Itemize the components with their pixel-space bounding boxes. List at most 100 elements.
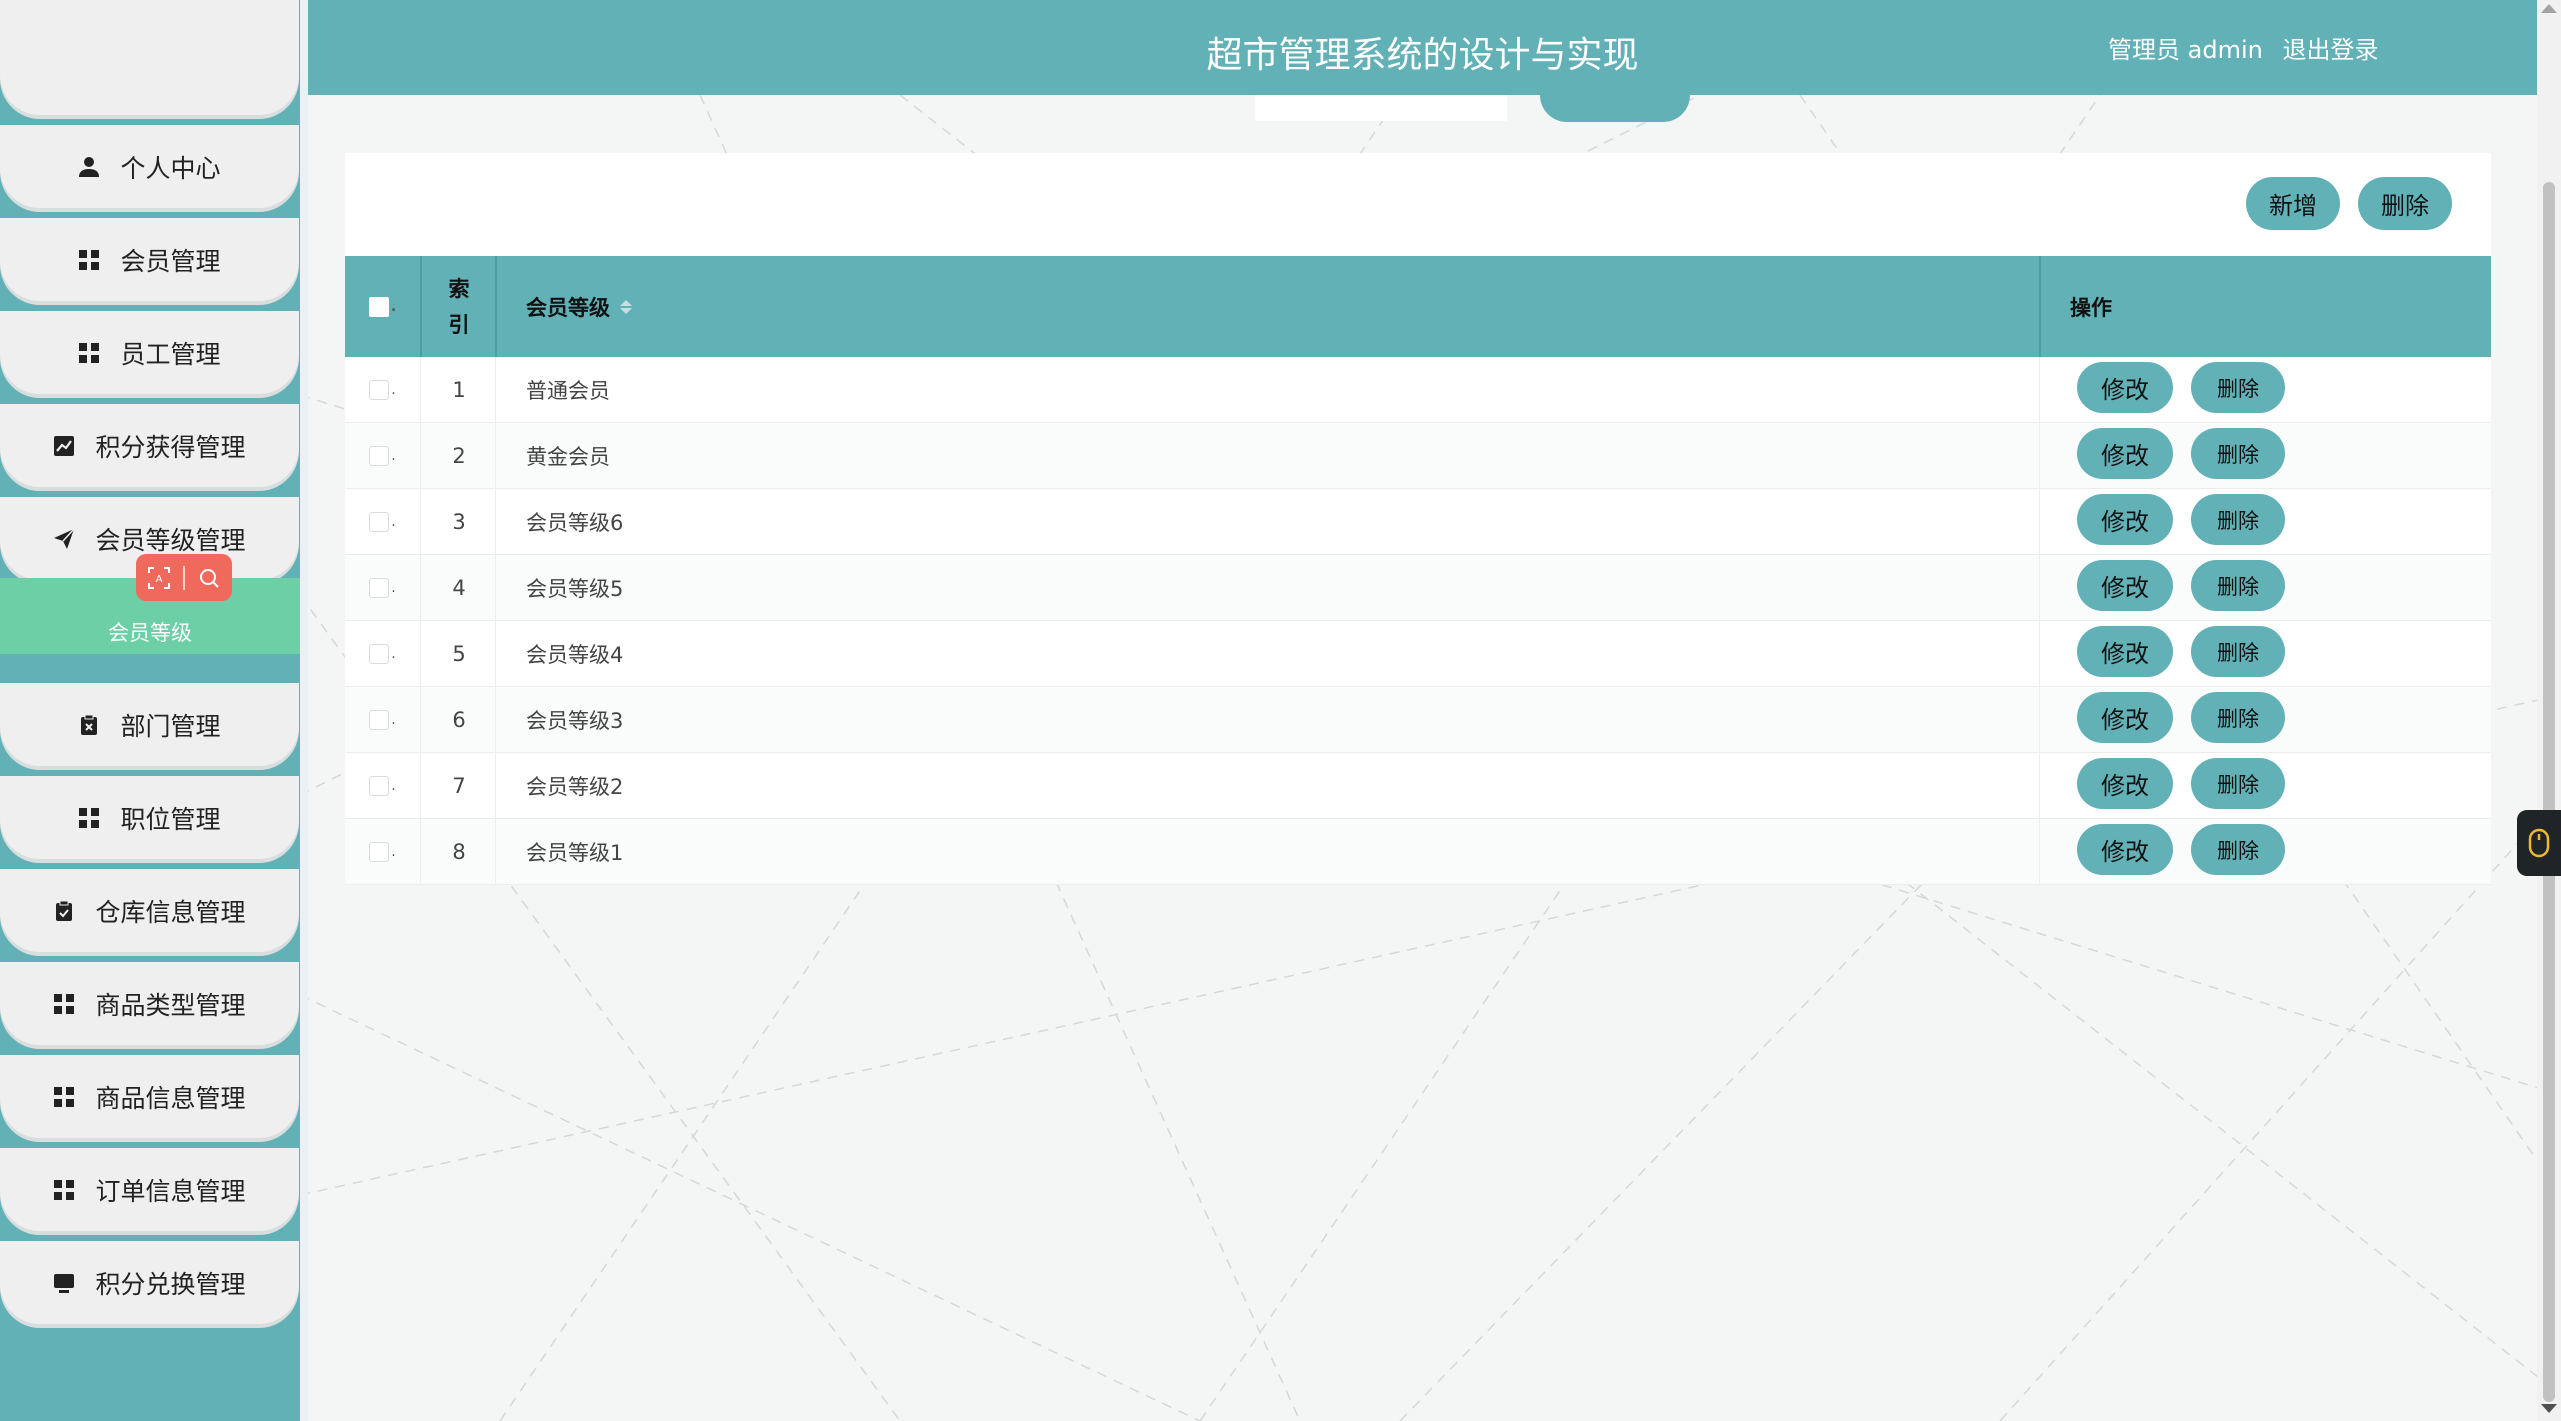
sidebar-edge bbox=[300, 0, 308, 1421]
chart-icon bbox=[53, 435, 75, 457]
edit-button[interactable]: 修改 bbox=[2077, 560, 2173, 611]
send-icon bbox=[53, 527, 76, 550]
column-divider bbox=[420, 357, 421, 422]
row-index: 6 bbox=[452, 707, 466, 732]
sidebar-item-label: 订单信息管理 bbox=[95, 1176, 246, 1206]
row-select-cell: . bbox=[345, 687, 420, 752]
sidebar-item-3[interactable]: 员工管理 bbox=[0, 311, 299, 394]
row-checkbox[interactable] bbox=[369, 577, 390, 598]
submenu-label: 会员等级 bbox=[108, 621, 192, 645]
table-row: . 1 普通会员 修改 删除 bbox=[345, 357, 2491, 423]
column-divider bbox=[495, 753, 496, 818]
sidebar-item-12[interactable]: 积分兑换管理 bbox=[0, 1241, 299, 1324]
column-divider bbox=[2039, 357, 2040, 422]
edit-button[interactable]: 修改 bbox=[2077, 626, 2173, 677]
row-select-cell: . bbox=[345, 819, 420, 884]
row-checkbox[interactable] bbox=[369, 511, 390, 532]
edit-button[interactable]: 修改 bbox=[2077, 758, 2173, 809]
row-checkbox[interactable] bbox=[369, 709, 390, 730]
edit-button[interactable]: 修改 bbox=[2077, 494, 2173, 545]
row-select-cell: . bbox=[345, 423, 420, 488]
row-index: 3 bbox=[452, 509, 466, 534]
edit-button[interactable]: 修改 bbox=[2077, 428, 2173, 479]
ai-assist-toolbar[interactable]: A bbox=[136, 554, 232, 601]
sidebar-item-4[interactable]: 积分获得管理 bbox=[0, 404, 299, 487]
row-delete-button[interactable]: 删除 bbox=[2191, 362, 2285, 413]
column-divider bbox=[2039, 489, 2040, 554]
column-divider bbox=[420, 489, 421, 554]
mouse-icon bbox=[2528, 828, 2550, 858]
sidebar-item-1[interactable]: 个人中心 bbox=[0, 125, 299, 208]
bulk-delete-button[interactable]: 删除 bbox=[2358, 177, 2452, 230]
row-level: 会员等级2 bbox=[526, 774, 624, 799]
header-index: 索引 bbox=[422, 256, 496, 357]
sidebar-top-item[interactable] bbox=[0, 0, 299, 115]
row-delete-button[interactable]: 删除 bbox=[2191, 758, 2285, 809]
sidebar-item-2[interactable]: 会员管理 bbox=[0, 218, 299, 301]
search-input[interactable] bbox=[1255, 95, 1507, 121]
scrollbar-thumb[interactable] bbox=[2543, 182, 2555, 1402]
checkbox-dot: . bbox=[391, 843, 396, 860]
row-select-cell: . bbox=[345, 753, 420, 818]
top-header: 超市管理系统的设计与实现 管理员 admin 退出登录 bbox=[308, 0, 2537, 95]
column-divider bbox=[420, 555, 421, 620]
svg-text:A: A bbox=[156, 574, 163, 585]
sidebar-item-label: 积分兑换管理 bbox=[95, 1269, 246, 1299]
row-checkbox[interactable] bbox=[369, 775, 390, 796]
select-all-checkbox[interactable] bbox=[368, 296, 389, 317]
row-delete-button[interactable]: 删除 bbox=[2191, 824, 2285, 875]
checkbox-dot: . bbox=[391, 513, 396, 530]
row-level: 会员等级3 bbox=[526, 708, 624, 733]
sidebar-item-8[interactable]: 仓库信息管理 bbox=[0, 869, 299, 952]
sidebar-item-label: 个人中心 bbox=[120, 153, 221, 183]
row-delete-button[interactable]: 删除 bbox=[2191, 494, 2285, 545]
sidebar-item-label: 积分获得管理 bbox=[95, 432, 246, 462]
floating-toolbar-button[interactable] bbox=[2517, 810, 2561, 876]
table-body: . 1 普通会员 修改 删除. 2 黄金会员 修改 删除. 3 会员等级6 修改 删除. 4 会员等级5 修改… bbox=[345, 357, 2491, 885]
edit-button[interactable]: 修改 bbox=[2077, 824, 2173, 875]
row-delete-button[interactable]: 删除 bbox=[2191, 692, 2285, 743]
scroll-up-arrow-icon[interactable] bbox=[2541, 4, 2557, 13]
column-divider bbox=[495, 357, 496, 422]
header-actions: 操作 bbox=[2070, 256, 2370, 357]
edit-button[interactable]: 修改 bbox=[2077, 362, 2173, 413]
clipboard-x-icon bbox=[78, 714, 100, 736]
grid-icon bbox=[78, 342, 100, 364]
row-checkbox[interactable] bbox=[369, 445, 390, 466]
row-checkbox[interactable] bbox=[369, 841, 390, 862]
user-info: 管理员 admin 退出登录 bbox=[2108, 30, 2378, 65]
row-level: 会员等级5 bbox=[526, 576, 624, 601]
scroll-down-arrow-icon[interactable] bbox=[2541, 1404, 2557, 1413]
sidebar-item-label: 职位管理 bbox=[120, 804, 221, 834]
row-checkbox[interactable] bbox=[369, 643, 390, 664]
ai-scan-icon[interactable]: A bbox=[147, 566, 171, 590]
row-level: 会员等级1 bbox=[526, 840, 624, 865]
row-delete-button[interactable]: 删除 bbox=[2191, 626, 2285, 677]
sidebar-item-label: 会员管理 bbox=[120, 246, 221, 276]
row-index: 8 bbox=[452, 839, 466, 864]
row-index: 4 bbox=[452, 575, 466, 600]
column-divider bbox=[420, 753, 421, 818]
column-divider bbox=[495, 687, 496, 752]
search-button[interactable] bbox=[1540, 95, 1690, 122]
row-delete-button[interactable]: 删除 bbox=[2191, 428, 2285, 479]
logout-link[interactable]: 退出登录 bbox=[2282, 36, 2378, 64]
sidebar-item-7[interactable]: 职位管理 bbox=[0, 776, 299, 859]
content-panel: 新增 删除 . 索引 会员等级 操作 . 1 普通会员 修改 删除. 2 黄金会员 修改 删除.… bbox=[345, 153, 2491, 885]
add-button[interactable]: 新增 bbox=[2246, 177, 2340, 230]
sort-icon[interactable] bbox=[620, 299, 632, 314]
user-icon bbox=[78, 156, 100, 178]
sidebar-item-10[interactable]: 商品信息管理 bbox=[0, 1055, 299, 1138]
sidebar-item-11[interactable]: 订单信息管理 bbox=[0, 1148, 299, 1231]
header-level[interactable]: 会员等级 bbox=[526, 256, 1326, 357]
row-index: 5 bbox=[452, 641, 466, 666]
column-divider bbox=[2039, 256, 2041, 357]
search-icon[interactable] bbox=[197, 566, 221, 590]
row-delete-button[interactable]: 删除 bbox=[2191, 560, 2285, 611]
sidebar-item-6[interactable]: 部门管理 bbox=[0, 683, 299, 766]
column-divider bbox=[495, 555, 496, 620]
edit-button[interactable]: 修改 bbox=[2077, 692, 2173, 743]
checkbox-dot: . bbox=[391, 579, 396, 596]
row-checkbox[interactable] bbox=[369, 379, 390, 400]
sidebar-item-9[interactable]: 商品类型管理 bbox=[0, 962, 299, 1045]
